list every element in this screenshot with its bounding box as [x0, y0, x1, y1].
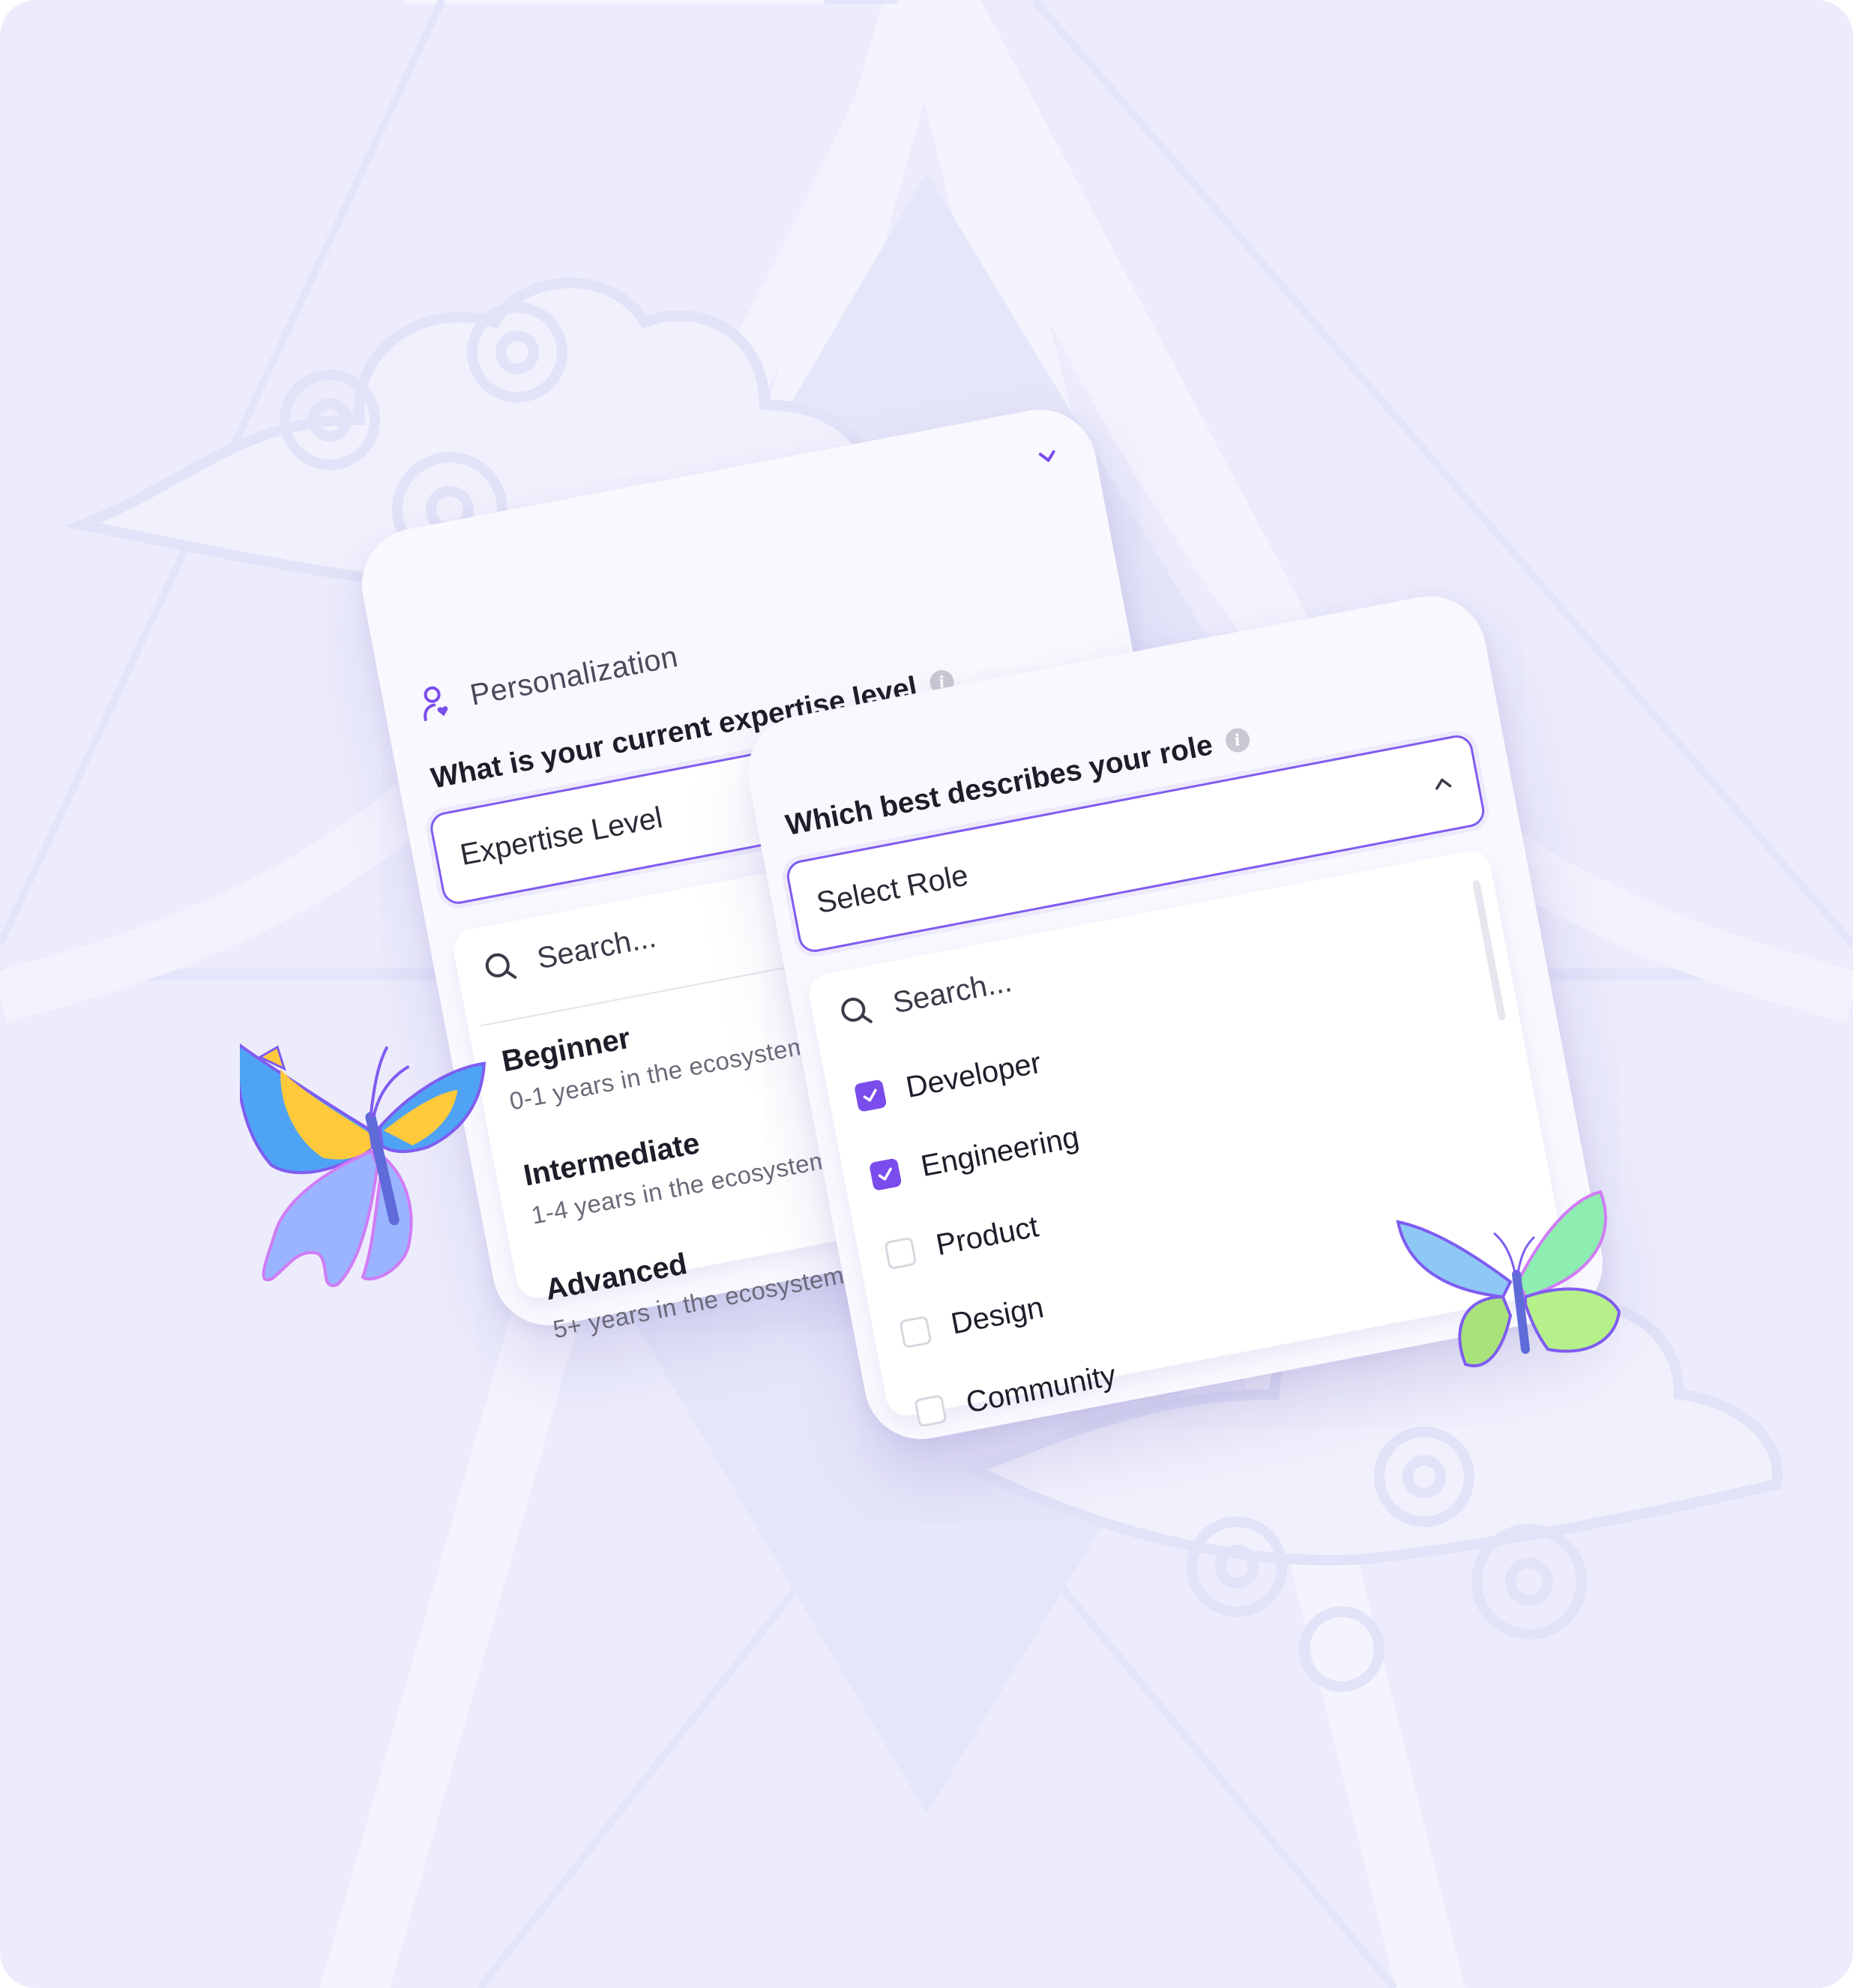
scrollbar[interactable] [1471, 879, 1507, 1021]
option-beginner[interactable]: Beginner 0-1 years in the ecosystem [499, 989, 810, 1115]
option-label: Product [933, 1210, 1041, 1262]
section-title: Personalization [467, 639, 681, 712]
info-icon[interactable]: i [1223, 726, 1252, 755]
search-icon [485, 953, 517, 979]
option-engineering[interactable]: Engineering [868, 1121, 1082, 1193]
chevron-down-icon[interactable] [1034, 444, 1061, 470]
butterfly-illustration [240, 1042, 486, 1287]
option-developer[interactable]: Developer [853, 1046, 1043, 1115]
section-header: Personalization [417, 639, 681, 723]
option-intermediate[interactable]: Intermediate 1-4 years in the ecosystem [521, 1103, 832, 1230]
checkbox-unchecked[interactable] [914, 1394, 947, 1427]
page: Personalization What is your current exp… [0, 0, 1853, 1988]
checkbox-unchecked[interactable] [899, 1315, 932, 1349]
option-design[interactable]: Design [898, 1291, 1046, 1351]
checkbox-checked[interactable] [853, 1078, 888, 1112]
select-placeholder: Select Role [813, 858, 971, 921]
search-placeholder: Search... [534, 920, 659, 976]
option-label: Developer [903, 1046, 1044, 1105]
check-icon [863, 1088, 877, 1102]
butterfly-illustration [1396, 1190, 1621, 1367]
user-heart-icon [424, 686, 448, 721]
checkbox-unchecked[interactable] [884, 1236, 918, 1270]
search-field[interactable]: Search... [837, 965, 1014, 1031]
search-field[interactable]: Search... [481, 920, 659, 987]
chevron-up-icon[interactable] [1429, 771, 1456, 797]
search-icon [841, 997, 873, 1023]
checkbox-checked[interactable] [868, 1157, 903, 1191]
check-icon [878, 1167, 892, 1181]
select-placeholder: Expertise Level [457, 801, 666, 872]
option-product[interactable]: Product [883, 1210, 1041, 1272]
option-label: Design [948, 1290, 1046, 1341]
option-label: Engineering [918, 1121, 1082, 1184]
search-placeholder: Search... [890, 965, 1015, 1020]
